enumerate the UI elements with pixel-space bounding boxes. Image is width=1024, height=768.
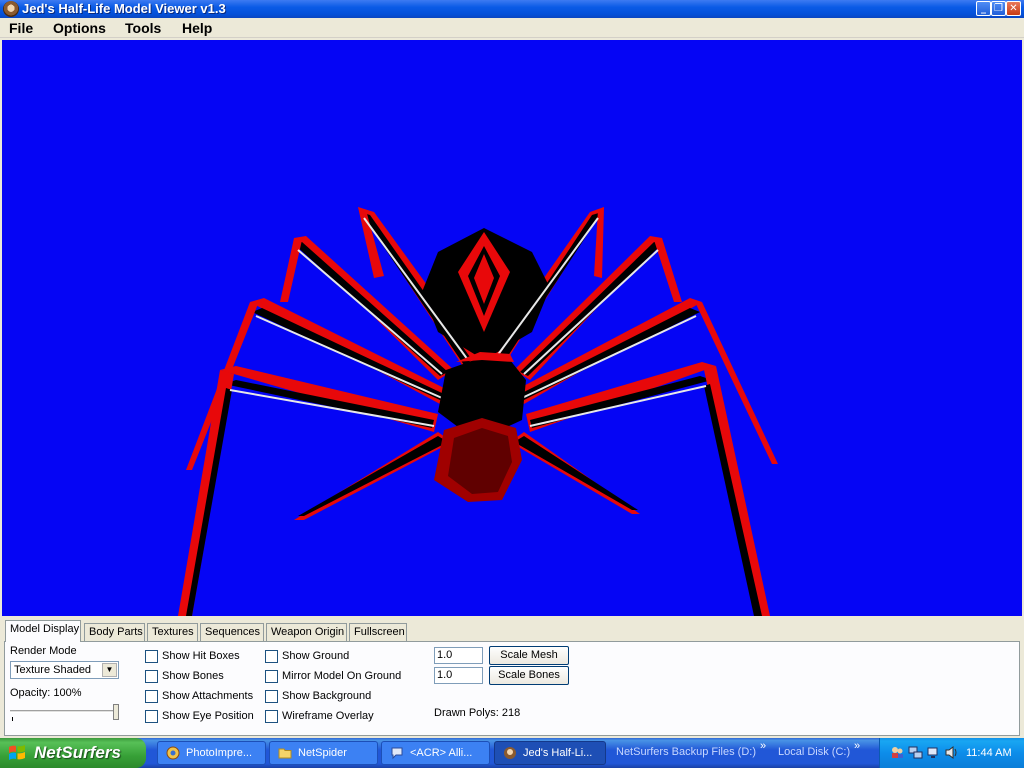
model-viewer-icon: [504, 747, 516, 759]
app-icon[interactable]: [3, 1, 19, 17]
wireframe-overlay-label[interactable]: Wireframe Overlay: [282, 710, 374, 723]
show-background-checkbox[interactable]: [265, 690, 278, 703]
model-viewport[interactable]: [2, 40, 1022, 616]
menu-tools[interactable]: Tools: [125, 19, 161, 37]
network-icon[interactable]: [908, 745, 923, 760]
render-mode-select[interactable]: Texture Shaded ▼: [10, 661, 119, 679]
menu-bar: File Options Tools Help: [0, 18, 1024, 38]
show-bones-checkbox[interactable]: [145, 670, 158, 683]
show-ground-label[interactable]: Show Ground: [282, 650, 349, 663]
restore-icon: ❐: [994, 3, 1003, 14]
slider-tick: [12, 717, 13, 721]
task-acr-chat[interactable]: <ACR> Alli...: [381, 741, 490, 765]
show-hit-boxes-checkbox[interactable]: [145, 650, 158, 663]
start-button[interactable]: NetSurfers: [0, 738, 146, 768]
menu-file[interactable]: File: [9, 19, 33, 37]
leg-2-left-tip: [280, 238, 302, 302]
users-icon[interactable]: [890, 745, 905, 760]
mirror-model-label[interactable]: Mirror Model On Ground: [282, 670, 401, 683]
maximize-button[interactable]: ❐: [991, 1, 1006, 16]
tab-fullscreen[interactable]: Fullscreen: [349, 623, 407, 641]
photoimpression-icon: [166, 746, 180, 760]
folder-icon: [278, 748, 292, 759]
clock: 11:44 AM: [966, 747, 1012, 759]
show-eye-position-label[interactable]: Show Eye Position: [162, 710, 254, 723]
slider-thumb[interactable]: [113, 704, 119, 720]
task-photoimpression[interactable]: PhotoImpre...: [157, 741, 266, 765]
slider-track: [10, 710, 118, 713]
scale-bones-input[interactable]: 1.0: [434, 667, 483, 684]
render-mode-value: Texture Shaded: [14, 664, 92, 676]
show-ground-checkbox[interactable]: [265, 650, 278, 663]
leg-low-left-inner: [298, 436, 448, 516]
scale-mesh-button[interactable]: Scale Mesh: [489, 646, 569, 665]
title-bar[interactable]: Jed's Half-Life Model Viewer v1.3 _ ❐ ✕: [0, 0, 1024, 18]
show-bones-label[interactable]: Show Bones: [162, 670, 224, 683]
wireframe-overlay-checkbox[interactable]: [265, 710, 278, 723]
windows-logo-icon: [9, 745, 25, 760]
task-label: Jed's Half-Li...: [523, 747, 593, 759]
show-attachments-label[interactable]: Show Attachments: [162, 690, 253, 703]
toolbar-backup-drive[interactable]: NetSurfers Backup Files (D:): [616, 745, 756, 759]
tab-model-display[interactable]: Model Display: [5, 620, 81, 642]
chevron-down-icon[interactable]: ▼: [102, 663, 117, 677]
leg-low-right-inner: [514, 436, 638, 510]
show-attachments-checkbox[interactable]: [145, 690, 158, 703]
window-title: Jed's Half-Life Model Viewer v1.3: [22, 1, 226, 16]
menu-help[interactable]: Help: [182, 19, 212, 37]
tab-sequences[interactable]: Sequences: [200, 623, 264, 641]
volume-icon[interactable]: [944, 745, 959, 760]
chevron-right-icon[interactable]: »: [760, 741, 766, 752]
show-hit-boxes-label[interactable]: Show Hit Boxes: [162, 650, 240, 663]
chat-icon: [391, 747, 403, 760]
tab-textures[interactable]: Textures: [147, 623, 198, 641]
taskbar: NetSurfers PhotoImpre... NetSpider <ACR>…: [0, 738, 1024, 768]
chevron-right-icon[interactable]: »: [854, 741, 860, 752]
mirror-model-checkbox[interactable]: [265, 670, 278, 683]
opacity-label: Opacity: 100%: [10, 687, 82, 699]
minimize-button[interactable]: _: [976, 1, 991, 16]
close-button[interactable]: ✕: [1006, 1, 1021, 16]
task-label: NetSpider: [298, 747, 347, 759]
task-label: PhotoImpre...: [186, 747, 253, 759]
tab-weapon-origin[interactable]: Weapon Origin: [266, 623, 347, 641]
scale-bones-button[interactable]: Scale Bones: [489, 666, 569, 685]
show-eye-position-checkbox[interactable]: [145, 710, 158, 723]
system-tray: 11:44 AM: [879, 738, 1024, 768]
tab-body-parts[interactable]: Body Parts: [84, 623, 145, 641]
leg-2-right-tip: [654, 238, 682, 302]
start-label: NetSurfers: [34, 743, 121, 762]
opacity-slider[interactable]: [10, 702, 120, 722]
scale-mesh-input[interactable]: 1.0: [434, 647, 483, 664]
network-status-icon[interactable]: [926, 745, 941, 760]
task-label: <ACR> Alli...: [410, 747, 473, 759]
spider-model[interactable]: [2, 40, 1022, 616]
task-netspider[interactable]: NetSpider: [269, 741, 378, 765]
drawn-polys-label: Drawn Polys: 218: [434, 707, 521, 719]
close-icon: ✕: [1009, 3, 1018, 14]
toolbar-local-disk[interactable]: Local Disk (C:): [778, 745, 850, 759]
render-mode-label: Render Mode: [10, 645, 77, 657]
menu-options[interactable]: Options: [53, 19, 106, 37]
task-model-viewer[interactable]: Jed's Half-Li...: [494, 741, 606, 765]
minimize-icon: _: [981, 3, 986, 14]
show-background-label[interactable]: Show Background: [282, 690, 371, 703]
